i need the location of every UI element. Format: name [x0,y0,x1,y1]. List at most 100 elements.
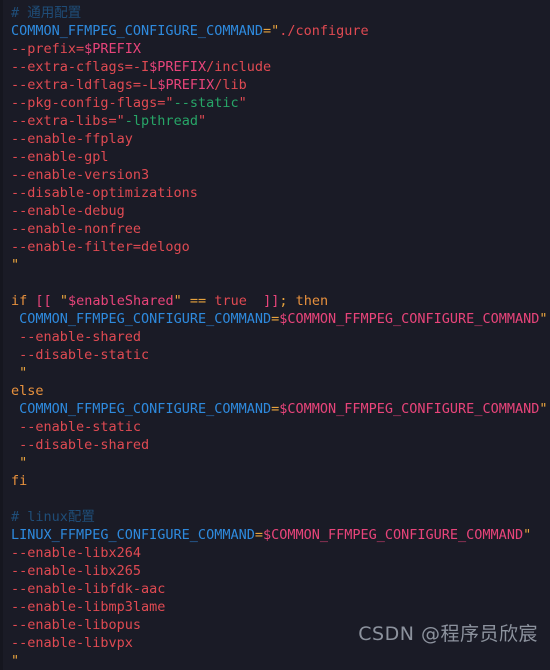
code-line: COMMON_FFMPEG_CONFIGURE_COMMAND="./confi… [0,22,550,40]
code-line: --prefix=$PREFIX [0,40,550,58]
code-token: --enable-libfdk-aac [11,581,166,597]
code-token: $PREFIX [84,41,142,57]
code-token: = [254,527,263,543]
code-token: --disable-shared [11,437,150,453]
code-line: # 通用配置 [0,4,550,22]
code-line: --extra-ldflags=-L$PREFIX/lib [0,76,550,94]
code-token: $PREFIX [157,77,215,93]
code-line: --pkg-config-flags="--static" [0,94,550,112]
code-token: " [19,455,28,471]
code-token: ./configure [279,23,369,39]
code-token: $PREFIX [149,59,207,75]
code-token: " [11,653,20,669]
code-line: " [0,256,550,274]
code-token: --enable-ffplay [11,131,133,147]
code-line: --enable-static [0,418,550,436]
code-token: /lib [214,77,247,93]
code-token: " [19,365,28,381]
code-line: --enable-filter=delogo [0,238,550,256]
code-token: # linux配置 [11,509,95,525]
code-line: --enable-debug [0,202,550,220]
code-line: --enable-libfdk-aac [0,580,550,598]
code-token: --extra-ldflags=-L [11,77,158,93]
code-token: --enable-libx265 [11,563,142,579]
code-token: " [523,527,532,543]
code-token: --enable-nonfree [11,221,142,237]
code-token: " [173,293,182,309]
code-token: --enable-libopus [11,617,142,633]
code-token: if [11,293,28,309]
code-editor-screenshot: # 通用配置 COMMON_FFMPEG_CONFIGURE_COMMAND=".… [0,0,550,670]
code-token: --enable-shared [11,329,142,345]
code-line: --enable-shared [0,328,550,346]
code-line: COMMON_FFMPEG_CONFIGURE_COMMAND=$COMMON_… [0,400,550,418]
code-token: " [539,311,548,327]
code-token: [[ [35,293,52,309]
code-token: --extra-cflags=-I [11,59,150,75]
code-line: --enable-nonfree [0,220,550,238]
code-token: " [59,293,68,309]
code-token: ; [279,293,288,309]
code-token: " [238,95,247,111]
code-token: $COMMON_FFMPEG_CONFIGURE_COMMAND [279,401,540,417]
code-line: --enable-libx264 [0,544,550,562]
code-token: COMMON_FFMPEG_CONFIGURE_COMMAND [19,401,272,417]
code-line: LINUX_FFMPEG_CONFIGURE_COMMAND=$COMMON_F… [0,526,550,544]
code-token: LINUX_FFMPEG_CONFIGURE_COMMAND [11,527,255,543]
code-token: --prefix= [11,41,85,57]
code-token: == [189,293,207,309]
code-token: $COMMON_FFMPEG_CONFIGURE_COMMAND [262,527,524,543]
code-line: --enable-libx265 [0,562,550,580]
code-token: " [539,401,548,417]
code-line: " [0,364,550,382]
code-token: " [11,257,20,273]
code-token: --enable-static [11,419,142,435]
code-token: --enable-version3 [11,167,150,183]
code-token: then [295,293,329,309]
code-line: else [0,382,550,400]
code-line: if [[ "$enableShared" == true ]]; then [0,292,550,310]
code-line: --disable-optimizations [0,184,550,202]
code-token: --enable-gpl [11,149,109,165]
code-line: fi [0,472,550,490]
code-token: fi [11,473,28,489]
code-line: --disable-static [0,346,550,364]
code-line: " [0,454,550,472]
code-token: --extra-libs=" [11,113,125,129]
code-block[interactable]: # 通用配置 COMMON_FFMPEG_CONFIGURE_COMMAND=".… [0,0,550,670]
code-token: --enable-libmp3lame [11,599,166,615]
code-line: --enable-libopus [0,616,550,634]
code-token: ]] [263,293,280,309]
code-token: /include [206,59,272,75]
code-line: --enable-libvpx [0,634,550,652]
code-line: --enable-version3 [0,166,550,184]
code-line: --extra-cflags=-I$PREFIX/include [0,58,550,76]
code-token: COMMON_FFMPEG_CONFIGURE_COMMAND [11,23,263,39]
code-line: --disable-shared [0,436,550,454]
code-line: --extra-libs="-lpthread" [0,112,550,130]
code-token: # 通用配置 [11,5,82,21]
code-token: $COMMON_FFMPEG_CONFIGURE_COMMAND [279,311,540,327]
code-token: -lpthread [124,113,198,129]
code-token: --pkg-config-flags=" [11,95,174,111]
code-token: --disable-optimizations [11,185,198,201]
code-line: --enable-gpl [0,148,550,166]
code-line: --enable-ffplay [0,130,550,148]
code-token: --enable-filter=delogo [11,239,190,255]
code-token: --enable-libx264 [11,545,142,561]
code-token: $enableShared [67,293,174,309]
code-token: true [214,293,247,309]
code-line: --enable-libmp3lame [0,598,550,616]
code-token: = [262,23,272,39]
code-token: else [11,383,44,399]
code-token: --enable-libvpx [11,635,133,651]
